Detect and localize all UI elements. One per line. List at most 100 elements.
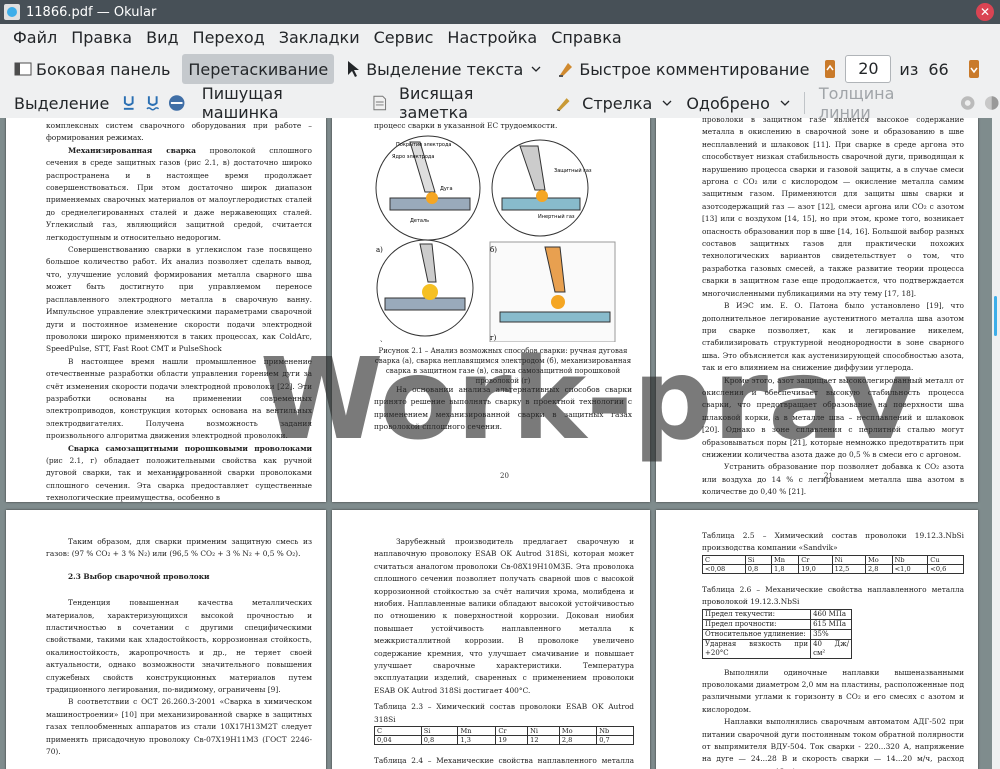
page-24-para-2: Наплавки выполнялись сварочным автоматом… [702,717,964,769]
page-21-text: проволоки в защитном газе является высок… [702,118,964,499]
typewriter-tool[interactable]: Пишущая машинка [196,84,366,122]
text-select-button[interactable]: Выделение текста [338,54,547,84]
table-cell: Cr [798,554,833,565]
page-19-number: 19 [174,472,183,480]
page-21-para-1: проволоки в защитном газе является высок… [702,118,964,298]
main-toolbar: Боковая панель Перетаскивание Выделение … [0,52,1000,86]
page-24: Таблица 2.5 – Химический состав проволок… [656,510,978,769]
table-cell: Относительное удлинение: [701,628,812,640]
figure-label-v: в) [376,340,383,342]
highlight-label: Выделение [14,93,110,113]
menu-tools[interactable]: Сервис [367,28,441,47]
table-cell: 0,8 [744,563,773,574]
chevron-down-icon[interactable] [531,64,541,74]
pen-icon [556,98,570,112]
figure-callout-4: Дуга [440,186,453,192]
table-cell: Mo [864,554,893,565]
previous-page-icon[interactable] [823,58,837,80]
figure-label-b: б) [490,246,497,254]
table-cell: Cr [495,726,529,737]
menu-bookmarks[interactable]: Закладки [272,28,367,47]
menu-settings[interactable]: Настройка [440,28,544,47]
page-20-text: На основании анализа альтернативных спос… [374,384,632,434]
page-19-heading-2: Сварка самозащитными порошковыми проволо… [68,443,312,453]
sidebar-label: Боковая панель [36,59,171,79]
color-icon[interactable] [959,94,976,112]
document-viewport[interactable]: комплексных систем сварочного оборудован… [0,118,992,769]
arrow-label: Стрелка [582,93,653,113]
page-21-para-4: Устранить образование пор позволяет доба… [702,462,964,497]
page-total-label: 66 [928,59,949,79]
arrow-tool[interactable]: Стрелка [576,88,678,118]
table-cell: 0,7 [596,735,634,746]
popup-note-label: Висящая заметка [399,84,474,122]
popup-note-tool[interactable]: Висящая заметка [393,84,549,122]
line-width-control[interactable]: Толщина линии [813,84,953,122]
page-23-para-1: Зарубежный производитель предлагает свар… [374,537,634,695]
table-cell: 0,04 [374,735,422,746]
opacity-icon[interactable] [983,94,1000,112]
table-cell: Si [420,726,459,737]
page-21-para-2: В ИЭС им. Е. О. Патона было установлено … [702,301,964,373]
table-row: C Si Mn Cr Ni Mo Nb Cu [702,554,964,565]
page-19-heading-1: Механизированная сварка [68,145,196,155]
page-23-text: Зарубежный производитель предлагает свар… [374,536,634,769]
table-row: Ударная вязкость при +20°С 40 Дж/см² [701,638,852,659]
close-window-icon[interactable]: ✕ [976,3,994,21]
chevron-down-icon[interactable] [780,98,790,108]
marker-icon [559,63,573,77]
page-24-para-1: Выполняли одиночные наплавки вышеназванн… [702,667,964,714]
line-width-label: Толщина линии [818,84,895,122]
table-cell: <0,08 [702,563,746,574]
table-row: Относительное удлинение: 35% [701,628,852,640]
page-19-top-line: комплексных систем сварочного оборудован… [46,121,312,143]
next-page-icon[interactable] [967,58,981,80]
drag-mode-button[interactable]: Перетаскивание [182,54,335,84]
menu-file[interactable]: Файл [6,28,64,47]
table-cell: 1,8 [771,563,800,574]
menu-edit[interactable]: Правка [64,28,139,47]
table-row: 0,04 0,8 1,3 19 12 2,8 0,7 [374,735,634,746]
sidebar-icon [14,62,32,76]
table-cell: 12,5 [831,563,866,574]
menu-help[interactable]: Справка [544,28,629,47]
page-19-text: комплексных систем сварочного оборудован… [46,120,312,502]
page-20-number: 20 [500,472,509,480]
okular-app-icon [4,4,20,20]
quick-annotation-button[interactable]: Быстрое комментирование [551,54,815,84]
page-22: Таким образом, для сварки применим защит… [6,510,326,769]
figure-callout-7: Инертный газ [538,213,575,220]
stamp-label: Одобрено [686,93,770,113]
table-row: Предел текучести: 460 MПа [701,608,852,620]
table-cell: 0,8 [420,735,459,746]
table-row: Предел прочности: 615 MПа [701,618,852,630]
stamp-tool[interactable]: Одобрено [680,88,796,118]
highlight-tool[interactable]: Выделение [8,88,115,118]
figure-caption: Рисунок 2.1 – Анализ возможных способов … [374,347,632,385]
menu-go[interactable]: Переход [186,28,272,47]
table-2-6: Предел текучести: 460 MПа Предел прочност… [701,608,852,659]
page-number-input[interactable]: 20 [845,55,892,83]
table-cell: Cu [927,554,964,565]
table-2-4-title: Таблица 2.4 – Механические свойства напл… [374,756,634,769]
chevron-down-icon[interactable] [662,98,672,108]
note-icon [372,95,386,111]
page-20-top-line: процесс сварки в указанной ЕС трудоемкос… [374,121,558,130]
table-2-6-title: Таблица 2.6 – Механические свойства напл… [702,584,964,607]
table-cell: Ni [831,554,866,565]
menu-view[interactable]: Вид [139,28,185,47]
underline-icon[interactable] [121,94,137,112]
page-19: комплексных систем сварочного оборудован… [6,118,326,502]
squiggly-icon[interactable] [145,94,161,112]
page-21-para-3: Кроме этого, азот защищает высоколегиров… [702,375,964,459]
table-2-5: C Si Mn Cr Ni Mo Nb Cu <0,08 0,8 1,8 19,… [702,554,964,574]
page-20-para: На основании анализа альтернативных спос… [374,385,632,432]
scrollbar-thumb[interactable] [994,296,997,336]
toolbar-separator [803,92,805,114]
vertical-scrollbar[interactable] [992,118,1000,769]
page-19-para-1: проволокой сплошного сечения в среде защ… [46,145,312,242]
strikeout-icon[interactable] [168,94,185,112]
page-21-number: 21 [824,472,833,480]
menu-bar: Файл Правка Вид Переход Закладки Сервис … [0,24,1000,50]
sidebar-button[interactable]: Боковая панель [8,54,176,84]
